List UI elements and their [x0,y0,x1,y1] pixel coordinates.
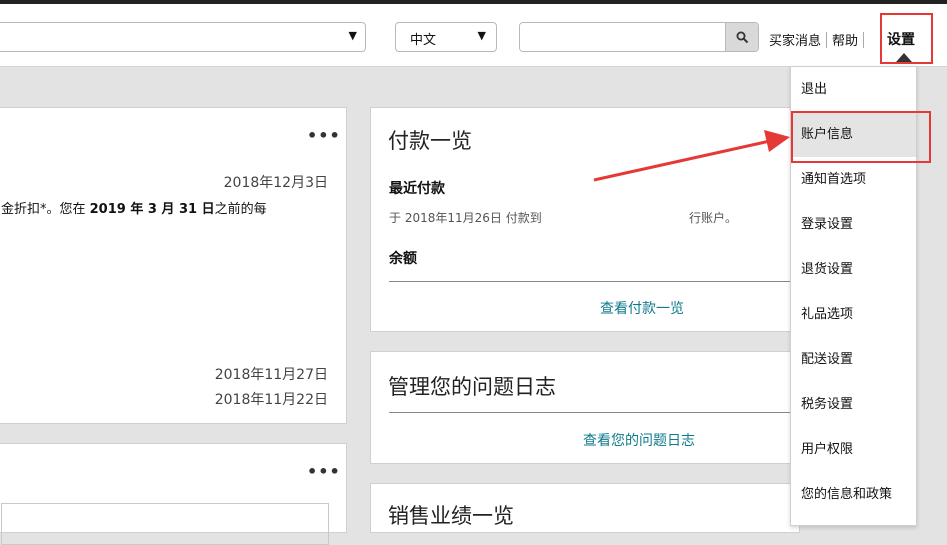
divider [389,412,801,413]
divider [389,281,801,282]
language-select[interactable]: 中文 ▼ [395,22,497,52]
more-options-button[interactable]: ••• [307,462,341,481]
recent-payment-text-end: 行账户。 [689,211,738,225]
menu-item-notification-preferences[interactable]: 通知首选项 [791,157,916,202]
news-date: 2018年12月3日 [223,175,328,191]
news-text: 金折扣*。您在 2019 年 3 月 31 日之前的每 [1,202,267,217]
search-input[interactable] [520,23,720,51]
buyer-messages-link[interactable]: 买家消息 [769,30,821,49]
card-title: 管理您的问题日志 [388,375,556,399]
payments-card: 付款一览 最近付款 于 2018年11月26日 付款到 行账户。 余额 查看付款… [370,107,801,332]
balance-label: 余额 [389,251,417,267]
help-link[interactable]: 帮助 [832,30,858,49]
secondary-card: ••• [0,443,347,545]
recent-payment-text: 于 2018年11月26日 付款到 [389,211,542,225]
more-options-button[interactable]: ••• [307,126,341,145]
news-date: 2018年11月22日 [214,392,328,408]
account-info-highlight-box [791,111,931,163]
language-value: 中文 [410,33,437,48]
menu-item-user-permissions[interactable]: 用户权限 [791,427,916,472]
recent-payment-label: 最近付款 [389,181,445,197]
link-divider [826,31,828,48]
menu-item-login-settings[interactable]: 登录设置 [791,202,916,247]
menu-item-shipping-settings[interactable]: 配送设置 [791,337,916,382]
header-links: 买家消息 帮助 [769,30,869,49]
menu-item-tax-settings[interactable]: 税务设置 [791,382,916,427]
menu-caret [896,53,912,62]
menu-item-info-and-policies[interactable]: 您的信息和政策 [791,472,916,517]
menu-item-return-settings[interactable]: 退货设置 [791,247,916,292]
view-payments-link[interactable]: 查看付款一览 [600,298,684,318]
window-edge [0,0,947,4]
content-box [1,503,329,545]
menu-item-gift-options[interactable]: 礼品选项 [791,292,916,337]
marketplace-select[interactable]: ▼ [0,22,366,52]
search-icon [736,31,748,43]
card-title: 付款一览 [388,129,472,153]
dropdown-arrow-icon: ▼ [348,29,357,42]
sales-card: 销售业绩一览 [370,483,800,533]
card-title: 销售业绩一览 [388,504,514,528]
search-button[interactable] [725,23,758,51]
view-issues-link[interactable]: 查看您的问题日志 [583,430,695,450]
issues-card: 管理您的问题日志 查看您的问题日志 [370,351,801,464]
news-date: 2018年11月27日 [214,367,328,383]
menu-item-logout[interactable]: 退出 [791,67,916,112]
top-bar: ▼ 中文 ▼ 买家消息 帮助 [0,0,947,67]
dropdown-arrow-icon: ▼ [477,29,486,42]
link-divider [863,31,865,48]
search-box [519,22,759,52]
news-card: ••• 2018年12月3日 金折扣*。您在 2019 年 3 月 31 日之前… [0,107,347,424]
